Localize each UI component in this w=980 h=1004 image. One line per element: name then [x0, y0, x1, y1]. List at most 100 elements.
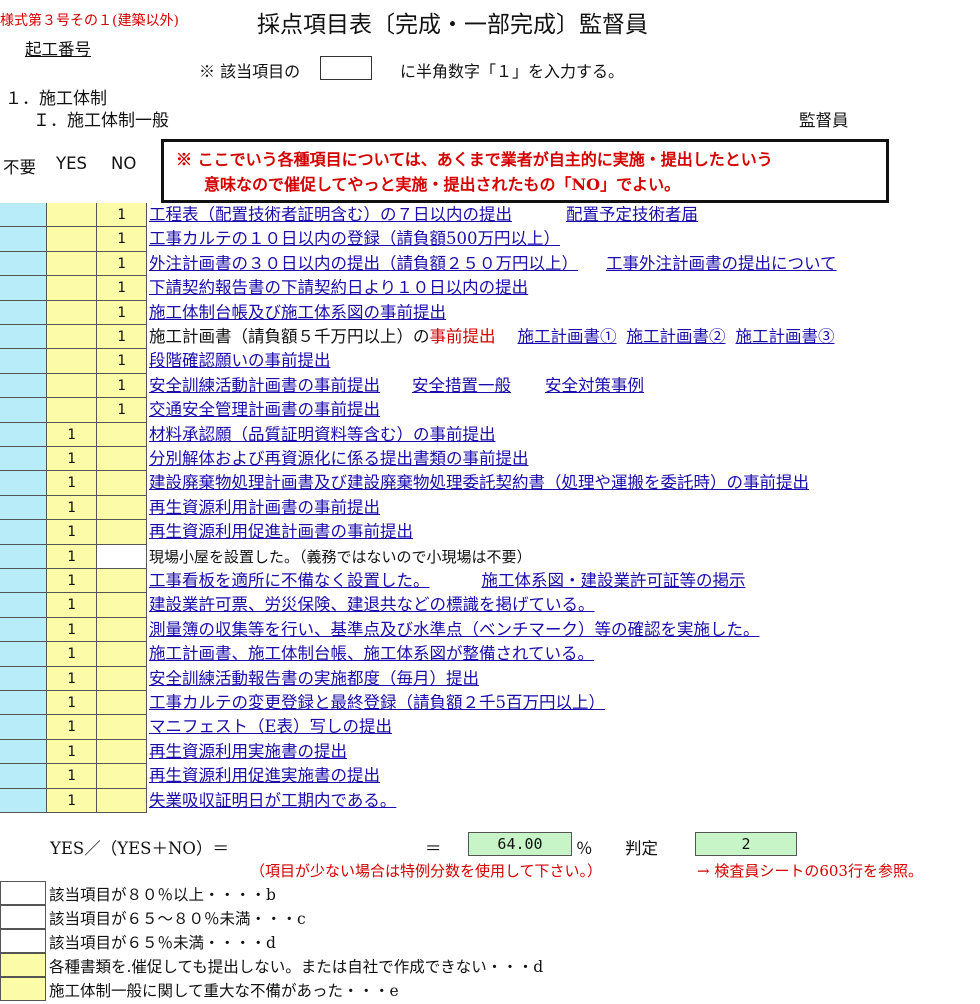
no-cell[interactable]: 1	[97, 398, 147, 423]
fuyo-cell[interactable]	[0, 252, 47, 276]
no-cell[interactable]	[97, 447, 147, 471]
criteria-checkbox[interactable]	[0, 977, 46, 1001]
item-link[interactable]: 工事カルテの変更登録と最終登録（請負額２千5百万円以上）	[149, 693, 605, 712]
no-cell[interactable]: 1	[97, 227, 147, 252]
yes-cell[interactable]: 1	[47, 496, 97, 520]
fuyo-cell[interactable]	[0, 740, 47, 764]
fuyo-cell[interactable]	[0, 691, 47, 715]
item-link[interactable]: 再生資源利用実施書の提出	[149, 742, 347, 761]
fuyo-cell[interactable]	[0, 642, 47, 667]
item-link[interactable]: 安全措置一般	[412, 376, 511, 395]
yes-cell[interactable]: 1	[47, 520, 97, 545]
fuyo-cell[interactable]	[0, 325, 47, 349]
yes-cell[interactable]: 1	[47, 642, 97, 667]
item-link[interactable]: 工事看板を適所に不備なく設置した。	[149, 571, 430, 590]
item-link[interactable]: 材料承認願（品質証明資料等含む）の事前提出	[149, 425, 496, 444]
fuyo-cell[interactable]	[0, 447, 47, 471]
item-link[interactable]: 測量簿の収集等を行い、基準点及び水準点（ベンチマーク）等の確認を実施した。	[149, 620, 760, 639]
yes-cell[interactable]: 1	[47, 447, 97, 471]
no-cell[interactable]: 1	[97, 276, 147, 301]
yes-cell[interactable]: 1	[47, 545, 97, 569]
item-link[interactable]: 分別解体および再資源化に係る提出書類の事前提出	[149, 449, 529, 468]
fuyo-cell[interactable]	[0, 569, 47, 593]
yes-cell[interactable]	[47, 227, 97, 252]
item-link[interactable]: 安全訓練活動報告書の実施都度（毎月）提出	[149, 669, 479, 688]
item-link[interactable]: 工程表（配置技術者証明含む）の７日以内の提出	[149, 205, 512, 224]
item-link[interactable]: 施工体制台帳及び施工体系図の事前提出	[149, 303, 446, 322]
score-value[interactable]: 64.00	[468, 832, 572, 856]
no-cell[interactable]	[97, 520, 147, 545]
fuyo-cell[interactable]	[0, 715, 47, 740]
no-cell[interactable]	[97, 618, 147, 642]
item-link[interactable]: 配置予定技術者届	[566, 205, 698, 224]
no-cell[interactable]	[97, 471, 147, 496]
yes-cell[interactable]: 1	[47, 569, 97, 593]
item-link[interactable]: 工事外注計画書の提出について	[606, 254, 837, 273]
yes-cell[interactable]	[47, 301, 97, 325]
yes-cell[interactable]	[47, 374, 97, 398]
item-link[interactable]: 段階確認願いの事前提出	[149, 351, 331, 370]
fuyo-cell[interactable]	[0, 593, 47, 618]
fuyo-cell[interactable]	[0, 471, 47, 496]
fuyo-cell[interactable]	[0, 374, 47, 398]
item-link[interactable]: 再生資源利用促進実施書の提出	[149, 766, 380, 785]
yes-cell[interactable]: 1	[47, 667, 97, 691]
fuyo-cell[interactable]	[0, 667, 47, 691]
no-cell[interactable]: 1	[97, 203, 147, 227]
criteria-checkbox[interactable]	[0, 953, 46, 977]
item-link[interactable]: 安全対策事例	[545, 376, 644, 395]
yes-cell[interactable]: 1	[47, 423, 97, 447]
criteria-checkbox[interactable]	[0, 905, 46, 929]
yes-cell[interactable]: 1	[47, 764, 97, 789]
item-link[interactable]: 施工体系図・建設業許可証等の掲示	[482, 571, 746, 590]
yes-cell[interactable]: 1	[47, 740, 97, 764]
no-cell[interactable]: 1	[97, 374, 147, 398]
item-link[interactable]: 安全訓練活動計画書の事前提出	[149, 376, 380, 395]
item-link[interactable]: 施工計画書、施工体制台帳、施工体系図が整備されている。	[149, 644, 594, 663]
no-cell[interactable]	[97, 789, 147, 813]
item-link[interactable]: マニフェスト（E表）写しの提出	[149, 717, 392, 736]
fuyo-cell[interactable]	[0, 520, 47, 545]
no-cell[interactable]	[97, 764, 147, 789]
judge-value[interactable]: 2	[695, 832, 797, 856]
no-cell[interactable]	[97, 740, 147, 764]
item-link[interactable]: 下請契約報告書の下請契約日より１０日以内の提出	[149, 278, 528, 297]
fuyo-cell[interactable]	[0, 203, 47, 227]
item-link[interactable]: 施工計画書①	[518, 327, 617, 346]
no-cell[interactable]	[97, 496, 147, 520]
item-link[interactable]: 再生資源利用促進計画書の事前提出	[149, 522, 413, 541]
no-cell[interactable]	[97, 569, 147, 593]
no-cell[interactable]	[97, 667, 147, 691]
fuyo-cell[interactable]	[0, 227, 47, 252]
yes-cell[interactable]	[47, 398, 97, 423]
fuyo-cell[interactable]	[0, 301, 47, 325]
item-link[interactable]: 建設業許可票、労災保険、建退共などの標識を掲げている。	[149, 595, 595, 614]
fuyo-cell[interactable]	[0, 545, 47, 569]
fuyo-cell[interactable]	[0, 276, 47, 301]
no-cell[interactable]: 1	[97, 349, 147, 374]
no-cell[interactable]	[97, 423, 147, 447]
no-cell[interactable]	[97, 593, 147, 618]
no-cell[interactable]: 1	[97, 301, 147, 325]
item-link[interactable]: 再生資源利用計画書の事前提出	[149, 498, 380, 517]
fuyo-cell[interactable]	[0, 618, 47, 642]
yes-cell[interactable]: 1	[47, 618, 97, 642]
no-cell[interactable]	[97, 691, 147, 715]
yes-cell[interactable]: 1	[47, 691, 97, 715]
item-link[interactable]: 交通安全管理計画書の事前提出	[149, 400, 380, 419]
fuyo-cell[interactable]	[0, 423, 47, 447]
fuyo-cell[interactable]	[0, 398, 47, 423]
no-cell[interactable]	[97, 715, 147, 740]
fuyo-cell[interactable]	[0, 789, 47, 813]
yes-cell[interactable]: 1	[47, 715, 97, 740]
item-link[interactable]: 施工計画書②	[627, 327, 726, 346]
yes-cell[interactable]: 1	[47, 789, 97, 813]
item-link[interactable]: 建設廃棄物処理計画書及び建設廃棄物処理委託契約書（処理や運搬を委託時）の事前提出	[149, 473, 809, 492]
fuyo-cell[interactable]	[0, 496, 47, 520]
yes-cell[interactable]: 1	[47, 471, 97, 496]
yes-cell[interactable]	[47, 349, 97, 374]
yes-cell[interactable]	[47, 203, 97, 227]
item-link[interactable]: 外注計画書の３０日以内の提出（請負額２５０万円以上）	[149, 254, 578, 273]
yes-cell[interactable]	[47, 276, 97, 301]
no-cell[interactable]: 1	[97, 325, 147, 349]
